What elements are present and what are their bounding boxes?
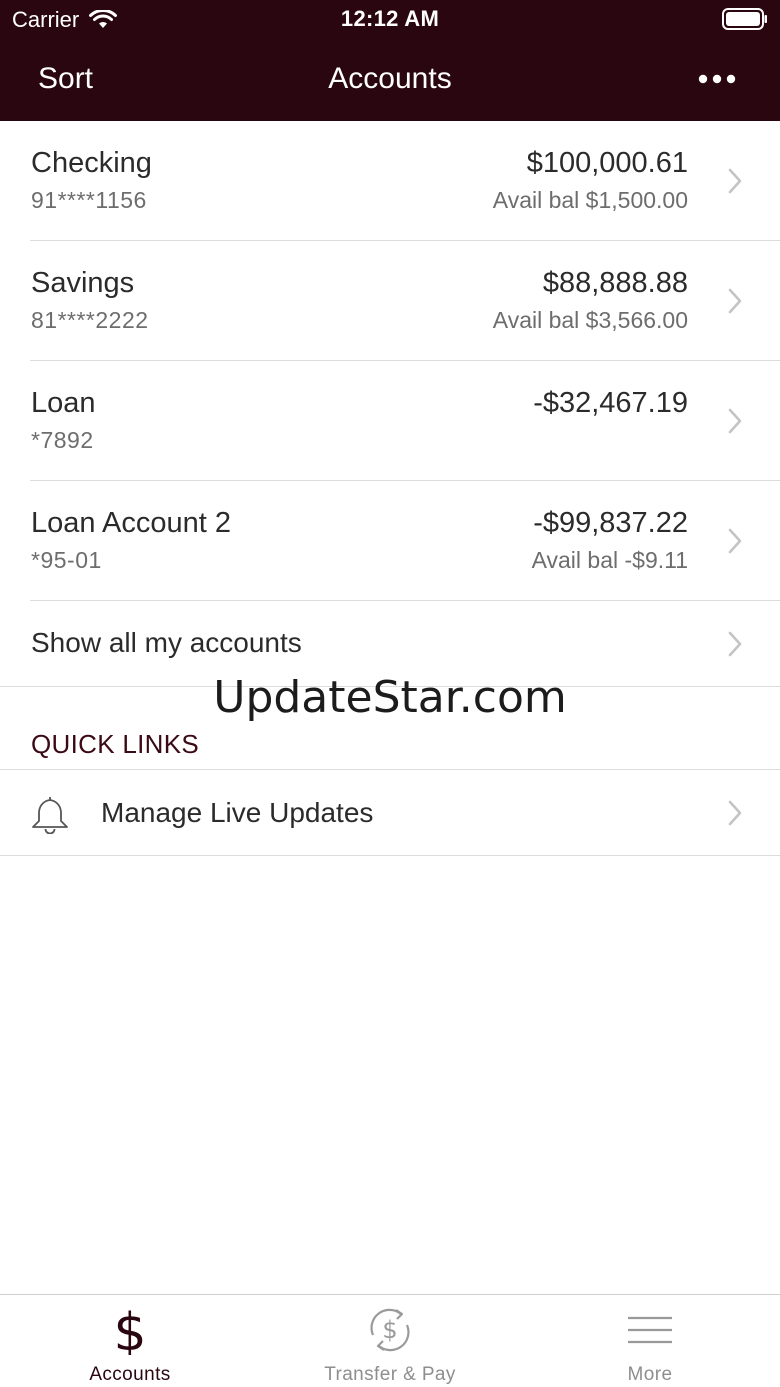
available-balance: Avail bal -$9.11 [531, 547, 688, 573]
quick-links-heading: QUICK LINKS [31, 729, 200, 759]
accounts-list: Checking 91****1156 $100,000.61 Avail ba… [0, 121, 780, 601]
account-name: Checking [31, 147, 152, 179]
account-name: Savings [31, 267, 135, 299]
bell-icon [32, 797, 68, 834]
page-title: Accounts [328, 62, 452, 95]
svg-text:$: $ [113, 1305, 146, 1355]
chevron-right-icon [728, 800, 742, 826]
tab-label: Transfer & Pay [324, 1364, 456, 1385]
account-number: 81****2222 [31, 307, 149, 333]
account-row-checking[interactable]: Checking 91****1156 $100,000.61 Avail ba… [0, 121, 780, 241]
account-row-loan-account-2[interactable]: Loan Account 2 *95-01 -$99,837.22 Avail … [0, 481, 780, 601]
account-row-savings[interactable]: Savings 81****2222 $88,888.88 Avail bal … [0, 241, 780, 361]
quick-link-manage-live-updates[interactable]: Manage Live Updates [0, 769, 780, 856]
account-number: *95-01 [31, 547, 102, 573]
show-all-accounts-row[interactable]: Show all my accounts [0, 601, 780, 687]
show-all-accounts-label: Show all my accounts [31, 627, 302, 658]
quick-link-label: Manage Live Updates [101, 797, 374, 828]
available-balance: Avail bal $3,566.00 [492, 307, 688, 333]
ellipsis-icon[interactable] [698, 74, 736, 84]
account-balance: -$32,467.19 [533, 387, 688, 419]
account-balance: -$99,837.22 [533, 507, 688, 539]
account-name: Loan Account 2 [31, 507, 231, 539]
transfer-dollar-icon: $ [370, 1308, 410, 1352]
battery-icon [722, 8, 767, 30]
chevron-right-icon [728, 168, 742, 194]
status-time: 12:12 AM [340, 6, 440, 31]
svg-text:$: $ [382, 1316, 397, 1344]
tab-transfer-pay[interactable]: $ Transfer & Pay [260, 1295, 520, 1387]
status-bar: Carrier 12:12 AM [0, 0, 780, 40]
account-number: *7892 [31, 427, 94, 453]
account-balance: $100,000.61 [526, 147, 688, 179]
chevron-right-icon [728, 528, 742, 554]
tab-more[interactable]: More [520, 1295, 780, 1387]
tab-bar: $ Accounts $ Transfer & Pay More [0, 1294, 780, 1387]
account-balance: $88,888.88 [542, 267, 688, 299]
chevron-right-icon [728, 631, 742, 657]
chevron-right-icon [728, 288, 742, 314]
app-header: Carrier 12:12 AM Sort Accounts [0, 0, 780, 121]
sort-button[interactable]: Sort [38, 62, 93, 96]
tab-accounts[interactable]: $ Accounts [0, 1295, 260, 1387]
hamburger-icon [628, 1316, 672, 1344]
tab-label: More [627, 1364, 673, 1385]
dollar-icon: $ [113, 1305, 146, 1355]
account-row-loan[interactable]: Loan *7892 -$32,467.19 [0, 361, 780, 481]
available-balance: Avail bal $1,500.00 [492, 187, 688, 213]
tab-label: Accounts [89, 1364, 171, 1385]
account-name: Loan [31, 387, 96, 419]
account-number: 91****1156 [31, 187, 147, 213]
chevron-right-icon [728, 408, 742, 434]
navigation-bar: Sort Accounts [0, 52, 780, 108]
